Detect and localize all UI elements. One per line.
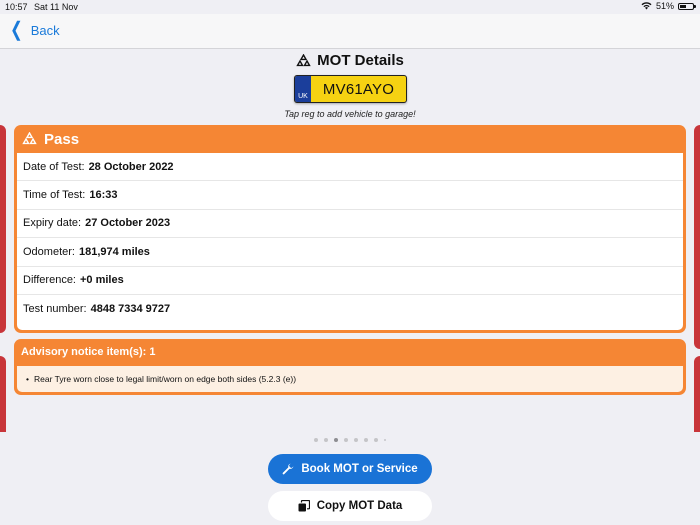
- result-header: Pass: [14, 125, 686, 153]
- detail-label: Time of Test:: [23, 189, 86, 202]
- battery-percent: 51%: [655, 1, 674, 11]
- status-date: Sat 11 Nov: [34, 2, 78, 12]
- advisory-item: Rear Tyre worn close to legal limit/worn…: [33, 374, 297, 384]
- mot-result-card: Pass Date of Test: 28 October 2022 Time o…: [14, 125, 686, 333]
- detail-row-difference: Difference: +0 miles: [17, 267, 683, 295]
- detail-row-odometer: Odometer: 181,974 miles: [17, 238, 683, 267]
- advisory-list: • Rear Tyre worn close to legal limit/wo…: [17, 366, 683, 392]
- copy-mot-data-button[interactable]: Copy MOT Data: [268, 491, 432, 521]
- status-right: 51%: [641, 1, 696, 11]
- navigation-bar: ❮ Back: [0, 14, 700, 49]
- detail-value: 181,974 miles: [78, 245, 150, 258]
- page-dot[interactable]: [364, 438, 368, 442]
- registration-plate[interactable]: UK MV61AYO: [294, 75, 407, 103]
- advisory-title: Advisory notice item(s): 1: [21, 346, 156, 358]
- page-dot[interactable]: [374, 438, 378, 442]
- book-mot-button[interactable]: Book MOT or Service: [268, 454, 432, 484]
- page-dot[interactable]: [314, 438, 318, 442]
- detail-label: Odometer:: [23, 245, 75, 258]
- back-button[interactable]: ❮ Back: [8, 19, 60, 41]
- detail-label: Difference:: [23, 274, 76, 287]
- detail-value: 4848 7334 9727: [90, 303, 171, 316]
- wrench-icon: [282, 463, 294, 475]
- detail-label: Test number:: [23, 303, 87, 316]
- page-indicator[interactable]: [0, 438, 700, 442]
- copy-icon: [298, 500, 310, 512]
- detail-row-date: Date of Test: 28 October 2022: [17, 153, 683, 182]
- battery-icon: [678, 2, 696, 10]
- status-time: 10:57: [5, 2, 28, 12]
- mot-triangle-icon: [296, 53, 311, 67]
- detail-label: Expiry date:: [23, 217, 82, 230]
- detail-row-test-number: Test number: 4848 7334 9727: [17, 295, 683, 323]
- next-card-edge-lower[interactable]: [694, 356, 700, 432]
- detail-row-time: Time of Test: 16:33: [17, 181, 683, 210]
- page-dot[interactable]: [354, 438, 358, 442]
- previous-card-edge[interactable]: [0, 125, 6, 333]
- page-dot[interactable]: [344, 438, 348, 442]
- title-text: MOT Details: [317, 52, 404, 69]
- mot-triangle-icon: [22, 132, 37, 145]
- page-dot[interactable]: [384, 439, 386, 441]
- detail-value: +0 miles: [80, 274, 124, 287]
- detail-row-expiry: Expiry date: 27 October 2023: [17, 210, 683, 239]
- detail-value: 28 October 2022: [88, 160, 174, 173]
- bullet: •: [26, 374, 29, 384]
- page-dot[interactable]: [334, 438, 338, 442]
- chevron-left-icon: ❮: [10, 19, 23, 41]
- detail-value: 27 October 2023: [85, 217, 171, 230]
- battery-fill: [680, 4, 686, 8]
- advisory-card: Advisory notice item(s): 1 • Rear Tyre w…: [14, 339, 686, 395]
- back-label: Back: [30, 22, 60, 38]
- book-mot-label: Book MOT or Service: [301, 463, 418, 475]
- plate-country: UK: [295, 76, 311, 102]
- plate-hint: Tap reg to add vehicle to garage!: [284, 109, 416, 119]
- copy-mot-label: Copy MOT Data: [316, 500, 403, 512]
- result-status: Pass: [44, 130, 80, 148]
- previous-card-edge-lower[interactable]: [0, 356, 6, 432]
- plate-registration: MV61AYO: [322, 80, 395, 98]
- detail-value: 16:33: [89, 189, 118, 202]
- next-card-edge[interactable]: [694, 125, 700, 349]
- page-title: MOT Details: [0, 52, 700, 69]
- page-dot[interactable]: [324, 438, 328, 442]
- status-bar: 10:57 Sat 11 Nov 51%: [0, 0, 700, 14]
- result-details: Date of Test: 28 October 2022 Time of Tes…: [17, 153, 683, 330]
- wifi-icon: [641, 2, 652, 10]
- detail-label: Date of Test:: [23, 160, 85, 173]
